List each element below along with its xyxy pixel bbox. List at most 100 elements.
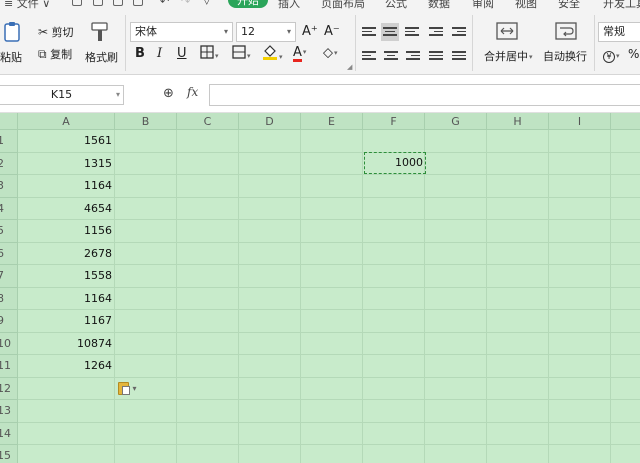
column-header-g[interactable]: G	[425, 113, 487, 130]
copy-button[interactable]: ⧉ 复制	[38, 46, 72, 62]
row-header-9[interactable]: 9	[0, 310, 18, 333]
cell-a2[interactable]: 1315	[18, 153, 115, 175]
italic-button[interactable]: I	[157, 46, 162, 62]
quick-access-arrow-icon[interactable]: ▿	[204, 0, 210, 8]
row-header-8[interactable]: 8	[0, 288, 18, 310]
justify-icon[interactable]	[429, 49, 443, 63]
format-painter-button[interactable]: 格式刷	[85, 21, 118, 64]
grow-font-button[interactable]: A⁺	[302, 24, 318, 40]
print-preview-icon[interactable]	[113, 0, 123, 6]
row-number: 4	[0, 202, 4, 215]
cell-a9[interactable]: 1167	[18, 310, 115, 332]
column-header-d[interactable]: D	[239, 113, 301, 130]
formula-input[interactable]	[209, 84, 640, 106]
row-header-1[interactable]: 1	[0, 130, 18, 153]
row-header-14[interactable]: 14	[0, 423, 18, 445]
row-header-2[interactable]: 2	[0, 153, 18, 175]
paintbrush-icon	[91, 22, 108, 41]
tab-security[interactable]: 安全	[558, 0, 580, 9]
row-header-10[interactable]: 10	[0, 333, 18, 355]
tab-home[interactable]: 开始	[228, 0, 268, 8]
align-bottom-icon[interactable]	[405, 25, 419, 39]
cell-a10[interactable]: 10874	[18, 333, 115, 355]
column-header-h[interactable]: H	[487, 113, 549, 130]
number-format-select[interactable]: 常规	[598, 22, 640, 42]
distributed-align-icon[interactable]	[452, 49, 466, 63]
tab-page-layout[interactable]: 页面布局	[321, 0, 365, 9]
zoom-icon[interactable]: ⊕	[163, 86, 174, 101]
font-dialog-launcher[interactable]: ◢	[347, 59, 352, 75]
column-header-b[interactable]: B	[115, 113, 177, 130]
fill-color-button[interactable]: ▾	[262, 44, 283, 65]
row-number: 1	[0, 134, 4, 147]
column-header-a[interactable]: A	[18, 113, 115, 130]
cell-f2-copied[interactable]: 1000	[364, 152, 426, 174]
cell-a8[interactable]: 1164	[18, 288, 115, 310]
tab-insert[interactable]: 插入	[278, 0, 300, 9]
currency-button[interactable]: ¥ ▾	[603, 47, 620, 64]
copy-icon: ⧉	[38, 47, 47, 61]
paste-options-button[interactable]: ▾	[118, 381, 137, 395]
underline-button[interactable]: U	[177, 46, 187, 62]
merge-center-label: 合并居中	[484, 50, 528, 63]
row-number: 15	[0, 449, 11, 462]
shrink-font-button[interactable]: A⁻	[324, 24, 340, 40]
cell-a6[interactable]: 2678	[18, 243, 115, 265]
copy-label: 复制	[50, 48, 73, 61]
tab-formulas[interactable]: 公式	[385, 0, 407, 9]
save-icon[interactable]	[72, 0, 82, 6]
undo-icon[interactable]: ↶	[160, 0, 169, 8]
row-header-15[interactable]: 15	[0, 445, 18, 463]
column-header-i[interactable]: I	[549, 113, 611, 130]
row-header-5[interactable]: 5	[0, 220, 18, 243]
align-center-icon[interactable]	[384, 49, 398, 63]
print-icon[interactable]	[93, 0, 103, 6]
paste-button[interactable]: 粘贴	[0, 21, 24, 64]
align-left-icon[interactable]	[362, 49, 376, 63]
decrease-indent-icon[interactable]	[429, 25, 443, 39]
column-header-e[interactable]: E	[301, 113, 363, 130]
column-header-c[interactable]: C	[177, 113, 239, 130]
borders-button[interactable]: ▾	[200, 45, 219, 64]
tab-review[interactable]: 审阅	[472, 0, 494, 9]
align-top-icon[interactable]	[362, 25, 376, 39]
row-header-13[interactable]: 13	[0, 400, 18, 423]
increase-indent-icon[interactable]	[452, 25, 466, 39]
spreadsheet-grid[interactable]: A B C D E F G H I 123456789101112131415 …	[0, 113, 640, 463]
cell-a1[interactable]: 1561	[18, 130, 115, 152]
wrap-text-button[interactable]: 自动换行	[543, 21, 587, 63]
find-icon[interactable]	[133, 0, 143, 6]
file-menu[interactable]: ≡ 文件 ∨	[4, 0, 50, 9]
row-header-6[interactable]: 6	[0, 243, 18, 265]
insert-function-button[interactable]: fx	[187, 85, 198, 99]
row-header-4[interactable]: 4	[0, 198, 18, 220]
redo-icon[interactable]: ↷	[181, 0, 190, 8]
bold-button[interactable]: B	[135, 46, 145, 62]
clear-button[interactable]: ◇▾	[323, 45, 338, 62]
cell-a4[interactable]: 4654	[18, 198, 115, 220]
cell-a7[interactable]: 1558	[18, 265, 115, 287]
row-header-7[interactable]: 7	[0, 265, 18, 288]
row-header-12[interactable]: 12	[0, 378, 18, 400]
row-header-3[interactable]: 3	[0, 175, 18, 198]
row-gridline	[18, 421, 640, 423]
align-right-icon[interactable]	[406, 49, 420, 63]
cell-a5[interactable]: 1156	[18, 220, 115, 242]
column-header-f[interactable]: F	[363, 113, 425, 130]
name-box[interactable]: K15 ▾	[0, 85, 124, 105]
tab-view[interactable]: 视图	[515, 0, 537, 9]
font-name-select[interactable]: 宋体 ▾	[130, 22, 233, 42]
merge-center-button[interactable]: 合并居中▾	[484, 21, 533, 63]
tab-developer[interactable]: 开发工具	[603, 0, 640, 9]
tab-data[interactable]: 数据	[428, 0, 450, 9]
font-color-button[interactable]: A▾	[293, 44, 306, 62]
cut-button[interactable]: ✂ 剪切	[38, 24, 74, 40]
row-header-11[interactable]: 11	[0, 355, 18, 378]
align-middle-icon[interactable]	[381, 23, 399, 41]
cell-a3[interactable]: 1164	[18, 175, 115, 197]
select-all-corner[interactable]	[0, 113, 18, 130]
merge-cells-button[interactable]: ▾	[232, 45, 251, 64]
cell-a11[interactable]: 1264	[18, 355, 115, 377]
font-size-select[interactable]: 12 ▾	[236, 22, 296, 42]
percent-button[interactable]: %	[628, 46, 639, 62]
